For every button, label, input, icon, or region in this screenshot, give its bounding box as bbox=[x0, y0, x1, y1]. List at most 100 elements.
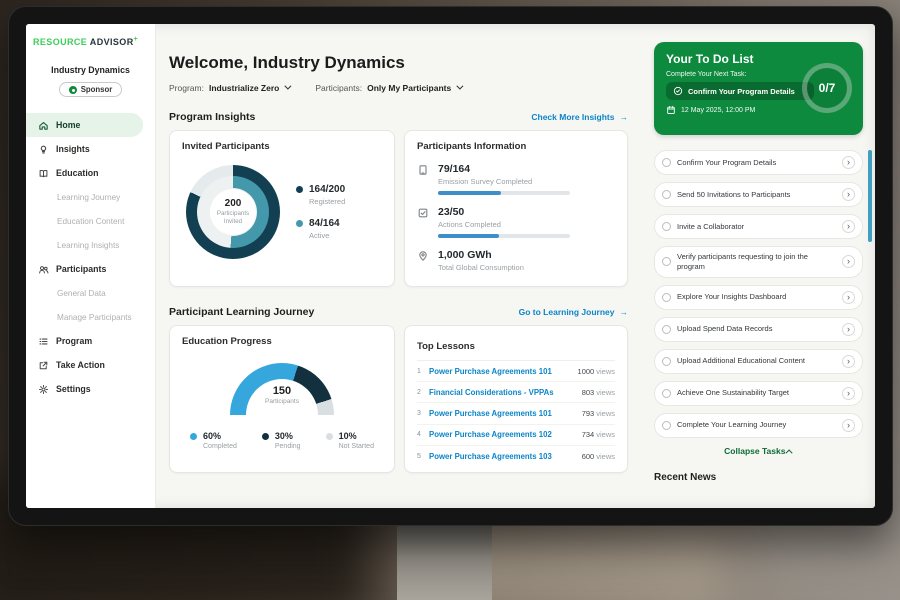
sidebar-item-education-content[interactable]: Education Content bbox=[26, 209, 155, 233]
sidebar-item-program[interactable]: Program bbox=[26, 329, 155, 353]
sidebar-item-home[interactable]: Home bbox=[26, 113, 143, 137]
lesson-link[interactable]: Financial Considerations - VPPAs bbox=[429, 388, 582, 397]
sidebar-item-education[interactable]: Education bbox=[26, 161, 155, 185]
main-content: Welcome, Industry Dynamics Program: Indu… bbox=[156, 24, 650, 508]
org-name: Industry Dynamics bbox=[26, 65, 155, 75]
page-title: Welcome, Industry Dynamics bbox=[169, 54, 650, 71]
collapse-tasks-link[interactable]: Collapse Tasks bbox=[654, 446, 863, 456]
chevron-down-icon bbox=[285, 83, 292, 90]
program-label: Program: bbox=[169, 83, 204, 93]
go-to-learning-journey-link[interactable]: Go to Learning Journey → bbox=[519, 307, 628, 317]
sidebar-item-participants[interactable]: Participants bbox=[26, 257, 155, 281]
chevron-right-icon[interactable]: › bbox=[842, 156, 855, 169]
chevron-right-icon[interactable]: › bbox=[842, 355, 855, 368]
chevron-right-icon[interactable]: › bbox=[842, 188, 855, 201]
program-dropdown[interactable]: Program: Industrialize Zero bbox=[169, 83, 289, 93]
task-explore-insights[interactable]: Explore Your Insights Dashboard › bbox=[654, 285, 863, 310]
check-more-insights-link[interactable]: Check More Insights → bbox=[531, 112, 628, 122]
chevron-right-icon[interactable]: › bbox=[842, 291, 855, 304]
logo-text-advisor: ADVISOR bbox=[90, 37, 134, 47]
app-logo: RESOURCE ADVISOR+ bbox=[26, 36, 155, 48]
section-title: Participant Learning Journey bbox=[169, 306, 314, 318]
task-confirm-program-details[interactable]: Confirm Your Program Details › bbox=[654, 150, 863, 175]
lesson-link[interactable]: Power Purchase Agreements 103 bbox=[429, 452, 582, 461]
section-title: Program Insights bbox=[169, 111, 255, 123]
task-upload-educational-content[interactable]: Upload Additional Educational Content › bbox=[654, 349, 863, 374]
chevron-right-icon[interactable]: › bbox=[842, 323, 855, 336]
sidebar-item-learning-journey[interactable]: Learning Journey bbox=[26, 185, 155, 209]
sidebar-item-label: Manage Participants bbox=[57, 313, 132, 322]
donut-legend: 164/200 Registered 84/164 Active bbox=[296, 184, 345, 240]
chevron-down-icon bbox=[457, 83, 464, 90]
next-task-pill[interactable]: Confirm Your Program Details bbox=[666, 82, 814, 100]
lesson-link[interactable]: Power Purchase Agreements 101 bbox=[429, 367, 578, 376]
invited-donut-chart: 200 Participants Invited bbox=[186, 165, 280, 259]
lesson-row: 4 Power Purchase Agreements 102 734views bbox=[417, 425, 615, 446]
sidebar-item-label: Program bbox=[56, 336, 92, 346]
chevron-right-icon[interactable]: › bbox=[842, 419, 855, 432]
task-complete-learning-journey[interactable]: Complete Your Learning Journey › bbox=[654, 413, 863, 438]
scrollbar-thumb[interactable] bbox=[868, 150, 872, 242]
education-progress-card: Education Progress 150 Participants bbox=[169, 325, 395, 473]
participants-value: Only My Participants bbox=[367, 83, 451, 93]
sponsor-badge[interactable]: Sponsor bbox=[59, 82, 123, 97]
sidebar-item-label: Settings bbox=[56, 384, 91, 394]
task-achieve-sustainability-target[interactable]: Achieve One Sustainability Target › bbox=[654, 381, 863, 406]
arrow-right-icon: → bbox=[620, 307, 629, 317]
chevron-right-icon[interactable]: › bbox=[842, 387, 855, 400]
top-lessons-card: Top Lessons 1 Power Purchase Agreements … bbox=[404, 325, 628, 473]
chevron-right-icon[interactable]: › bbox=[842, 220, 855, 233]
gauge-label: Participants bbox=[230, 398, 334, 405]
sidebar-item-general-data[interactable]: General Data bbox=[26, 281, 155, 305]
task-send-invitations[interactable]: Send 50 Invitations to Participants › bbox=[654, 182, 863, 207]
todo-progress-ring: 0/7 bbox=[802, 63, 852, 113]
lightbulb-icon bbox=[38, 144, 49, 155]
task-verify-participants[interactable]: Verify participants requesting to join t… bbox=[654, 246, 863, 278]
donut-center: 200 Participants Invited bbox=[210, 189, 256, 235]
lesson-link[interactable]: Power Purchase Agreements 101 bbox=[429, 409, 582, 418]
sidebar-item-label: Participants bbox=[56, 264, 106, 274]
task-upload-spend-data[interactable]: Upload Spend Data Records › bbox=[654, 317, 863, 342]
book-icon bbox=[38, 168, 49, 179]
donut-value: 200 bbox=[225, 198, 242, 209]
sidebar-item-label: Insights bbox=[56, 144, 90, 154]
monitor-stand bbox=[397, 520, 492, 600]
progress-fill bbox=[438, 234, 499, 238]
task-checkbox[interactable] bbox=[662, 158, 671, 167]
sidebar-item-insights[interactable]: Insights bbox=[26, 137, 155, 161]
stat-emission-survey: 79/164 Emission Survey Completed bbox=[417, 163, 615, 195]
program-insights-header: Program Insights Check More Insights → bbox=[169, 112, 628, 122]
task-checkbox[interactable] bbox=[662, 293, 671, 302]
lesson-link[interactable]: Power Purchase Agreements 102 bbox=[429, 430, 582, 439]
sidebar-item-learning-insights[interactable]: Learning Insights bbox=[26, 233, 155, 257]
participants-dropdown[interactable]: Participants: Only My Participants bbox=[315, 83, 461, 93]
sidebar-item-label: Education Content bbox=[57, 217, 124, 226]
chevron-right-icon[interactable]: › bbox=[842, 255, 855, 268]
legend-dot bbox=[262, 433, 269, 440]
task-checkbox[interactable] bbox=[662, 190, 671, 199]
calendar-icon bbox=[666, 105, 676, 115]
task-checkbox[interactable] bbox=[662, 389, 671, 398]
lesson-row: 2 Financial Considerations - VPPAs 803vi… bbox=[417, 382, 615, 403]
card-title: Participants Information bbox=[417, 141, 615, 152]
task-checkbox[interactable] bbox=[662, 257, 671, 266]
task-checkbox[interactable] bbox=[662, 325, 671, 334]
donut-label: Participants Invited bbox=[214, 210, 252, 226]
legend-active: 84/164 Active bbox=[296, 218, 345, 240]
gauge-legend: 60% Completed 30% Pending bbox=[190, 431, 374, 450]
arrow-right-icon: → bbox=[620, 112, 629, 122]
legend-completed: 60% Completed bbox=[190, 431, 237, 450]
lesson-row: 1 Power Purchase Agreements 101 1000view… bbox=[417, 361, 615, 382]
card-title: Education Progress bbox=[182, 336, 382, 347]
sidebar-item-settings[interactable]: Settings bbox=[26, 377, 155, 401]
task-invite-collaborator[interactable]: Invite a Collaborator › bbox=[654, 214, 863, 239]
sidebar-item-manage-participants[interactable]: Manage Participants bbox=[26, 305, 155, 329]
progress-bar bbox=[438, 191, 570, 195]
task-checkbox[interactable] bbox=[662, 222, 671, 231]
stat-actions-completed: 23/50 Actions Completed bbox=[417, 206, 615, 238]
task-checkbox[interactable] bbox=[662, 421, 671, 430]
sidebar-item-take-action[interactable]: Take Action bbox=[26, 353, 155, 377]
task-checkbox[interactable] bbox=[662, 357, 671, 366]
learning-journey-header: Participant Learning Journey Go to Learn… bbox=[169, 307, 628, 317]
dashboard-screen: RESOURCE ADVISOR+ Industry Dynamics Spon… bbox=[26, 24, 875, 508]
